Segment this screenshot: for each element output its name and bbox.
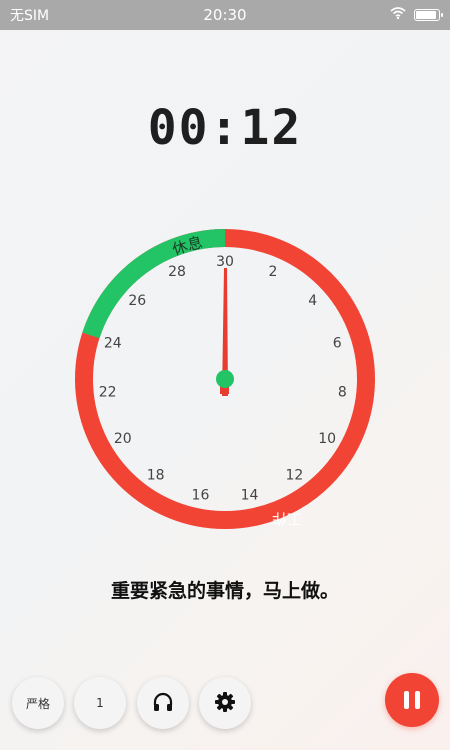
strict-mode-label: 严格 [25, 696, 50, 711]
pause-button[interactable] [385, 673, 439, 727]
battery-icon [414, 9, 443, 21]
clock-label-12: 12 [285, 467, 303, 483]
strict-mode-button[interactable]: 严格 [12, 677, 64, 729]
clock-label-20: 20 [114, 431, 132, 447]
clock-label-8: 8 [338, 384, 347, 400]
clock-dial: 30 2 4 6 8 10 12 14 16 18 20 22 24 26 28 休息 工作 [72, 226, 378, 532]
music-button[interactable] [137, 677, 189, 729]
settings-button[interactable] [199, 677, 251, 729]
clock-label-4: 4 [308, 293, 317, 309]
clock-center [216, 370, 234, 388]
work-label: 工作 [272, 510, 302, 528]
clock-label-30: 30 [216, 254, 234, 270]
rest-ring [82, 229, 226, 339]
task-message: 重要紧急的事情，马上做。 [110, 580, 339, 602]
clock-label-16: 16 [192, 487, 210, 503]
status-bar: 无SIM 20:30 [0, 0, 450, 30]
count-button[interactable]: 1 [74, 677, 126, 729]
clock-label-22: 22 [99, 384, 117, 400]
status-time: 20:30 [203, 6, 247, 24]
clock-label-14: 14 [241, 487, 259, 503]
clock-label-10: 10 [318, 431, 336, 447]
count-label: 1 [96, 696, 104, 710]
clock-label-28: 28 [168, 264, 186, 280]
clock-label-2: 2 [269, 264, 278, 280]
clock-label-18: 18 [147, 467, 165, 483]
clock-svg: 30246810121416182022242628 休息 工作 [75, 229, 375, 529]
headphones-icon [152, 691, 174, 716]
clock-label-26: 26 [128, 293, 146, 309]
countdown-timer: 00:12 [147, 100, 303, 156]
gear-icon [214, 691, 236, 716]
clock-label-24: 24 [104, 336, 122, 352]
clock-label-6: 6 [333, 336, 342, 352]
rest-label: 休息 [170, 233, 204, 259]
pause-icon [401, 691, 423, 709]
